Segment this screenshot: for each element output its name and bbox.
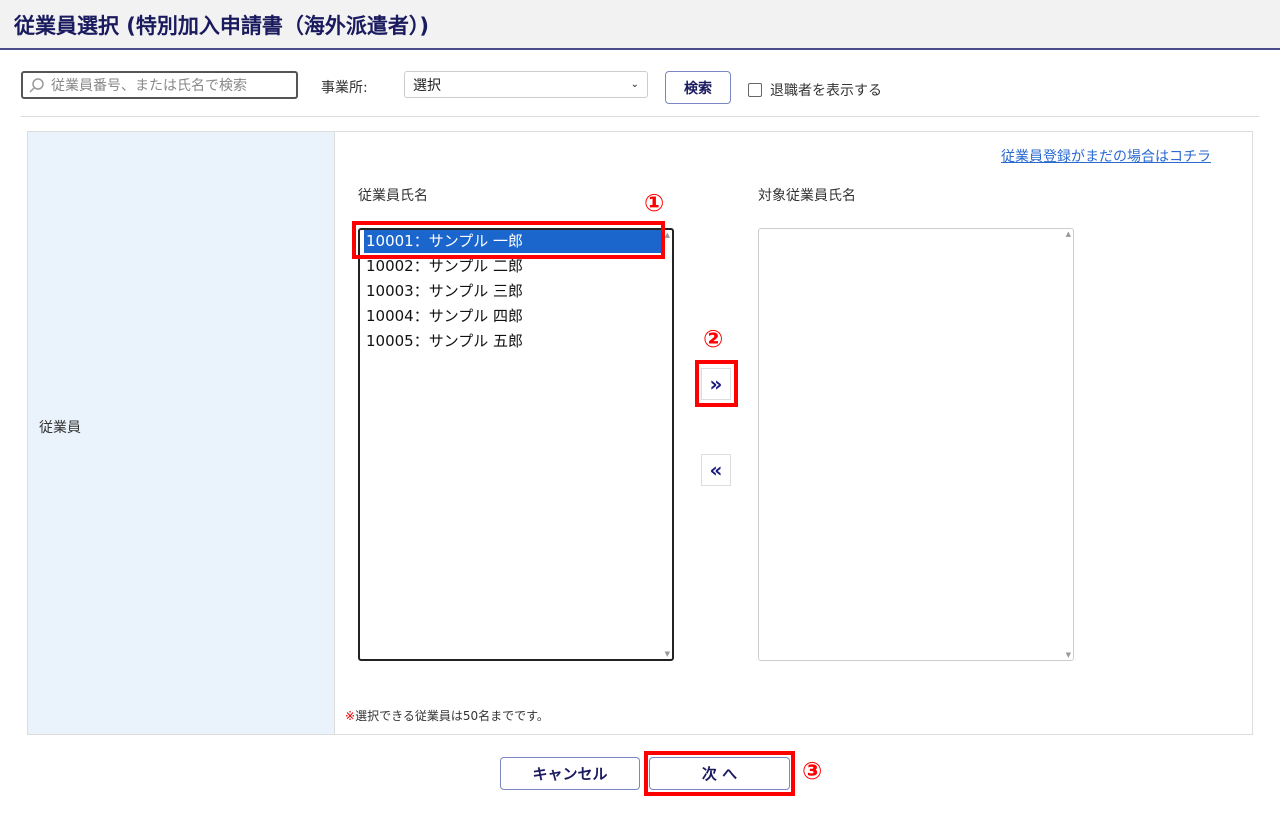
list-item[interactable]: 10003：サンプル 三郎 (364, 280, 662, 303)
scroll-up-icon[interactable]: ▲ (665, 231, 670, 239)
row-header-label: 従業員 (39, 420, 81, 436)
show-retired-label: 退職者を表示する (770, 83, 882, 99)
highlight-box-3 (644, 751, 795, 796)
annotation-3: ③ (802, 757, 823, 785)
search-placeholder: 従業員番号、または氏名で検索 (51, 78, 247, 94)
employee-listbox[interactable]: 10001：サンプル 一郎 10002：サンプル 二郎 10003：サンプル 三… (358, 228, 674, 661)
note-mark: ※ (345, 709, 356, 723)
office-select[interactable]: 選択 ⌄ (404, 71, 648, 98)
office-label: 事業所: (321, 80, 368, 96)
search-input[interactable]: 従業員番号、または氏名で検索 (21, 71, 298, 99)
list-item[interactable]: 10005：サンプル 五郎 (364, 330, 662, 353)
scroll-down-icon[interactable]: ▼ (1066, 651, 1071, 659)
annotation-2: ② (703, 325, 724, 353)
show-retired-checkbox[interactable] (748, 83, 762, 97)
divider (21, 116, 1259, 117)
list-item[interactable]: 10004：サンプル 四郎 (364, 305, 662, 328)
scroll-down-icon[interactable]: ▼ (665, 650, 670, 658)
selection-limit-note: ※選択できる従業員は50名までです。 (345, 707, 549, 724)
chevron-down-icon: ⌄ (630, 79, 639, 90)
search-button[interactable]: 検索 (665, 71, 731, 104)
highlight-box-1 (352, 221, 665, 259)
available-list-label: 従業員氏名 (358, 188, 428, 204)
remove-employee-button[interactable]: « (701, 454, 731, 486)
page-title: 従業員選択 (特別加入申請書（海外派遣者）) (14, 14, 430, 38)
highlight-box-2 (695, 360, 738, 407)
register-employee-link[interactable]: 従業員登録がまだの場合はコチラ (1001, 146, 1211, 166)
annotation-1: ① (644, 189, 665, 217)
search-icon (29, 78, 44, 93)
note-text: 選択できる従業員は50名までです。 (355, 709, 549, 723)
cancel-button[interactable]: キャンセル (500, 757, 640, 790)
target-employee-listbox[interactable]: ▲ ▼ (758, 228, 1074, 661)
target-list-label: 対象従業員氏名 (758, 188, 856, 204)
scroll-up-icon[interactable]: ▲ (1066, 230, 1071, 238)
office-select-value: 選択 (413, 77, 441, 94)
